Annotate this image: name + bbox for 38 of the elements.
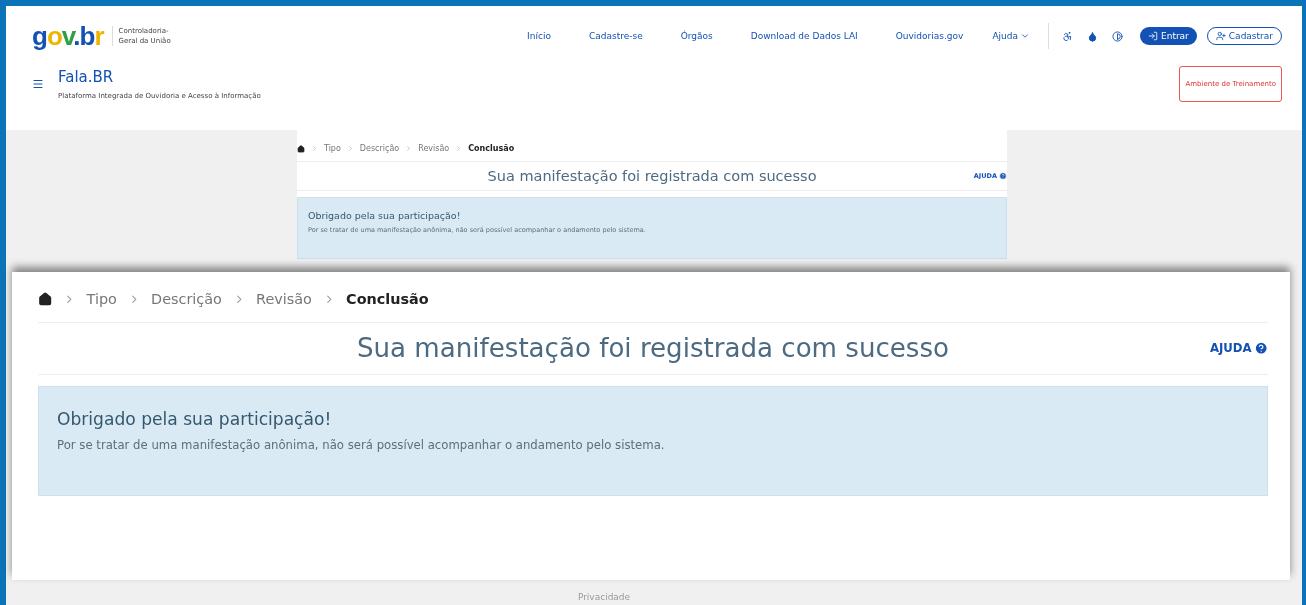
chevron-icon [346,145,354,152]
page-title: Sua manifestação foi registrada com sucesso [356,333,950,364]
home-icon[interactable] [297,144,305,153]
chevron-icon [311,145,318,152]
register-button[interactable]: Cadastrar [1206,27,1282,45]
breadcrumb-item[interactable]: Conclusão [468,144,515,153]
menu-icon[interactable] [32,78,44,90]
caret-icon [1020,31,1030,41]
nav-link[interactable]: Download de Dados LAI [750,31,858,41]
alert-heading: Obrigado pela sua participação! [308,210,462,221]
chevron-icon [405,145,413,152]
breadcrumb-item[interactable]: Revisão [418,144,450,153]
breadcrumb-item[interactable]: Conclusão [346,291,429,308]
nav-link[interactable]: Ouvidorias.gov [895,31,964,41]
breadcrumb-item[interactable]: Descrição [151,291,222,308]
droplet-icon[interactable] [1087,30,1098,42]
login-button[interactable]: Entrar [1140,27,1197,45]
help-dropdown[interactable]: Ajuda [992,31,1030,41]
breadcrumb-item[interactable]: Tipo [86,291,117,308]
page-title: Sua manifestação foi registrada com sucesso [487,168,817,184]
breadcrumb-item[interactable]: Tipo [324,144,341,153]
logo[interactable]: gov.br [32,20,104,52]
home-icon[interactable] [38,292,53,307]
breadcrumb-item[interactable]: Revisão [256,291,312,308]
app-title: Fala.BR [58,68,115,86]
nav-link[interactable]: Início [527,31,551,41]
login-icon [1148,31,1158,41]
contrast-icon[interactable] [1112,30,1123,42]
breadcrumb-item[interactable]: Descrição [359,144,400,153]
user-plus-icon [1215,31,1226,41]
accessibility-icon[interactable] [1062,30,1073,42]
alert-heading: Obrigado pela sua participação! [57,408,333,429]
help-icon [1253,341,1268,356]
alert-text: Por se tratar de uma manifestação anônima, não será possível acompanhar o andamento pelo sistema. [57,437,666,452]
help-link[interactable]: AJUDA [1209,341,1268,356]
nav-link[interactable]: Órgãos [680,31,713,41]
chevron-icon [455,145,463,152]
nav-link[interactable]: Cadastre-se [588,31,643,41]
